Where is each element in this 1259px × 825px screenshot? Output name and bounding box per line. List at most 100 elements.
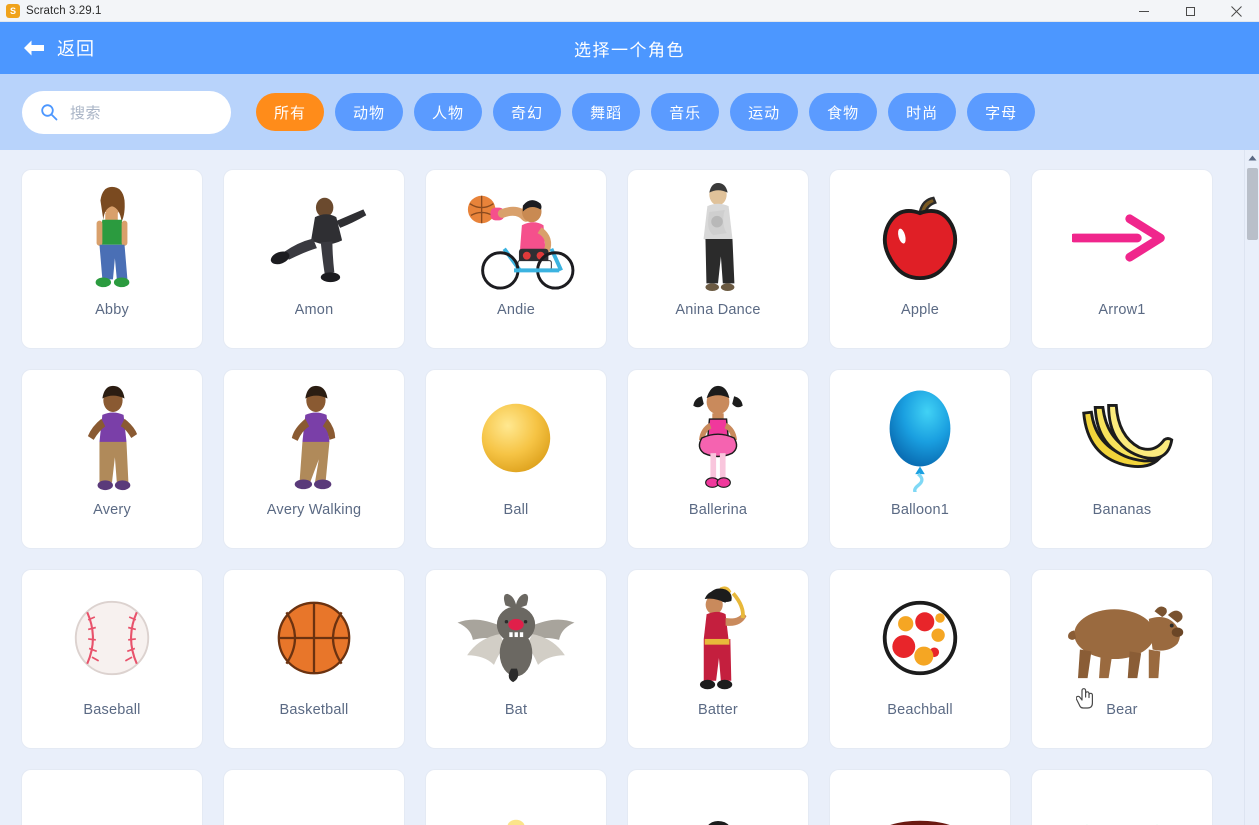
pink-ballerina-icon (628, 370, 808, 502)
category-button-8[interactable]: 时尚 (888, 93, 957, 131)
sprite-card[interactable]: Ben (628, 770, 808, 825)
sprite-card[interactable]: Beachball (830, 570, 1010, 748)
category-button-1[interactable]: 动物 (335, 93, 404, 131)
red-apple-icon (830, 170, 1010, 302)
sprite-name-label: Ballerina (688, 502, 748, 518)
sprite-grid: Abby Amon Andie Anina Dance Apple Arrow1… (0, 150, 1259, 825)
minimize-icon (1139, 10, 1149, 12)
sprite-name-label: Balloon1 (890, 502, 950, 518)
sprite-name-label: Ball (503, 502, 529, 518)
brown-bear-walking-icon (22, 770, 202, 825)
search-input[interactable]: 搜索 (22, 90, 231, 134)
sprite-name-label: Avery Walking (266, 502, 362, 518)
scroll-up-button[interactable] (1245, 150, 1259, 166)
yellow-bananas-icon (1032, 370, 1212, 502)
brown-bear-icon (1032, 570, 1212, 702)
sprite-name-label: Andie (496, 302, 536, 318)
category-button-2[interactable]: 人物 (414, 93, 483, 131)
category-button-0[interactable]: 所有 (256, 93, 325, 131)
yellow-ball-icon (426, 370, 606, 502)
sprite-card[interactable]: Ballerina (628, 370, 808, 548)
sprite-card[interactable]: Bear (1032, 570, 1212, 748)
wheelchair-basketball-icon (426, 170, 606, 302)
scrollbar-thumb[interactable] (1247, 168, 1258, 240)
orange-basketball-icon (224, 570, 404, 702)
sprite-card[interactable]: Batter (628, 570, 808, 748)
back-label: 返回 (57, 39, 95, 59)
sprite-name-label: Baseball (83, 702, 141, 718)
sprite-name-label: Bear (1106, 702, 1138, 718)
yellow-bell-icon (426, 770, 606, 825)
boy-dark-hair-icon (628, 770, 808, 825)
category-button-3[interactable]: 奇幻 (493, 93, 562, 131)
sprite-card[interactable]: Baseball (22, 570, 202, 748)
search-placeholder: 搜索 (70, 104, 102, 122)
sprite-name-label: Bat (504, 702, 528, 718)
sprite-card[interactable]: Balloon1 (830, 370, 1010, 548)
girl-walking-icon (224, 370, 404, 502)
sprite-card[interactable]: Anina Dance (628, 170, 808, 348)
category-button-4[interactable]: 舞蹈 (572, 93, 641, 131)
gray-bat-icon (426, 570, 606, 702)
sprite-card[interactable]: Avery (22, 370, 202, 548)
sprite-card[interactable]: Ball (426, 370, 606, 548)
sprite-library-panel: Abby Amon Andie Anina Dance Apple Arrow1… (0, 150, 1259, 825)
sprite-card[interactable]: Bowtie (1032, 770, 1212, 825)
vertical-scrollbar[interactable] (1244, 150, 1259, 825)
sprite-card[interactable]: Bear-walking (22, 770, 202, 825)
sprite-name-label: Anina Dance (675, 302, 761, 318)
sprite-card[interactable]: Amon (224, 170, 404, 348)
sprite-name-label: Abby (95, 302, 129, 318)
blue-balloon-icon (830, 370, 1010, 502)
sprite-card[interactable]: Andie (426, 170, 606, 348)
sprite-name-label: Avery (93, 502, 131, 518)
back-button[interactable]: 返回 (22, 35, 95, 61)
pink-arrow-right-icon (1032, 170, 1212, 302)
sprite-name-label: Amon (294, 302, 334, 318)
man-kicking-icon (224, 170, 404, 302)
sprite-card[interactable]: Apple (830, 170, 1010, 348)
sprite-card[interactable]: Arrow1 (1032, 170, 1212, 348)
maximize-button[interactable] (1167, 0, 1213, 22)
category-button-9[interactable]: 字母 (967, 93, 1036, 131)
window-controls (1121, 0, 1259, 22)
minimize-button[interactable] (1121, 0, 1167, 22)
birthday-cake-icon (830, 770, 1010, 825)
arrow-left-icon (24, 40, 44, 56)
sprite-name-label: Arrow1 (1098, 302, 1146, 318)
search-icon (41, 104, 58, 121)
sprite-card[interactable]: Beetle (224, 770, 404, 825)
category-button-5[interactable]: 音乐 (651, 93, 720, 131)
green-beetle-icon (224, 770, 404, 825)
maximize-icon (1185, 6, 1195, 16)
sprite-name-label: Bananas (1092, 502, 1152, 518)
sprite-card[interactable]: Avery Walking (224, 370, 404, 548)
white-baseball-icon (22, 570, 202, 702)
sprite-card[interactable]: Bell (426, 770, 606, 825)
girl-purple-shirt-icon (22, 370, 202, 502)
sprite-card[interactable]: Birthday Cake (830, 770, 1010, 825)
category-filter-list: 所有 动物 人物 奇幻 舞蹈 音乐 运动 食物 时尚 字母 (256, 93, 1036, 131)
category-button-7[interactable]: 食物 (809, 93, 878, 131)
filter-bar: 搜索 所有 动物 人物 奇幻 舞蹈 音乐 运动 食物 时尚 字母 (0, 74, 1259, 150)
sprite-card[interactable]: Abby (22, 170, 202, 348)
girl-green-shirt-icon (22, 170, 202, 302)
chevron-up-icon (1248, 155, 1256, 161)
modal-header: 返回 选择一个角色 (0, 22, 1259, 74)
sprite-card[interactable]: Bat (426, 570, 606, 748)
man-photo-dancer-icon (628, 170, 808, 302)
sprite-name-label: Batter (698, 702, 738, 718)
close-button[interactable] (1213, 0, 1259, 22)
window-title: Scratch 3.29.1 (26, 4, 102, 17)
window-titlebar: S Scratch 3.29.1 (0, 0, 1259, 22)
close-icon (1230, 5, 1242, 17)
category-button-6[interactable]: 运动 (730, 93, 799, 131)
dotted-beachball-icon (830, 570, 1010, 702)
sprite-card[interactable]: Bananas (1032, 370, 1212, 548)
sprite-name-label: Beachball (887, 702, 953, 718)
scratch-logo-icon: S (6, 3, 20, 18)
sprite-name-label: Apple (900, 302, 940, 318)
baseball-batter-icon (628, 570, 808, 702)
sprite-card[interactable]: Basketball (224, 570, 404, 748)
sprite-name-label: Basketball (279, 702, 349, 718)
